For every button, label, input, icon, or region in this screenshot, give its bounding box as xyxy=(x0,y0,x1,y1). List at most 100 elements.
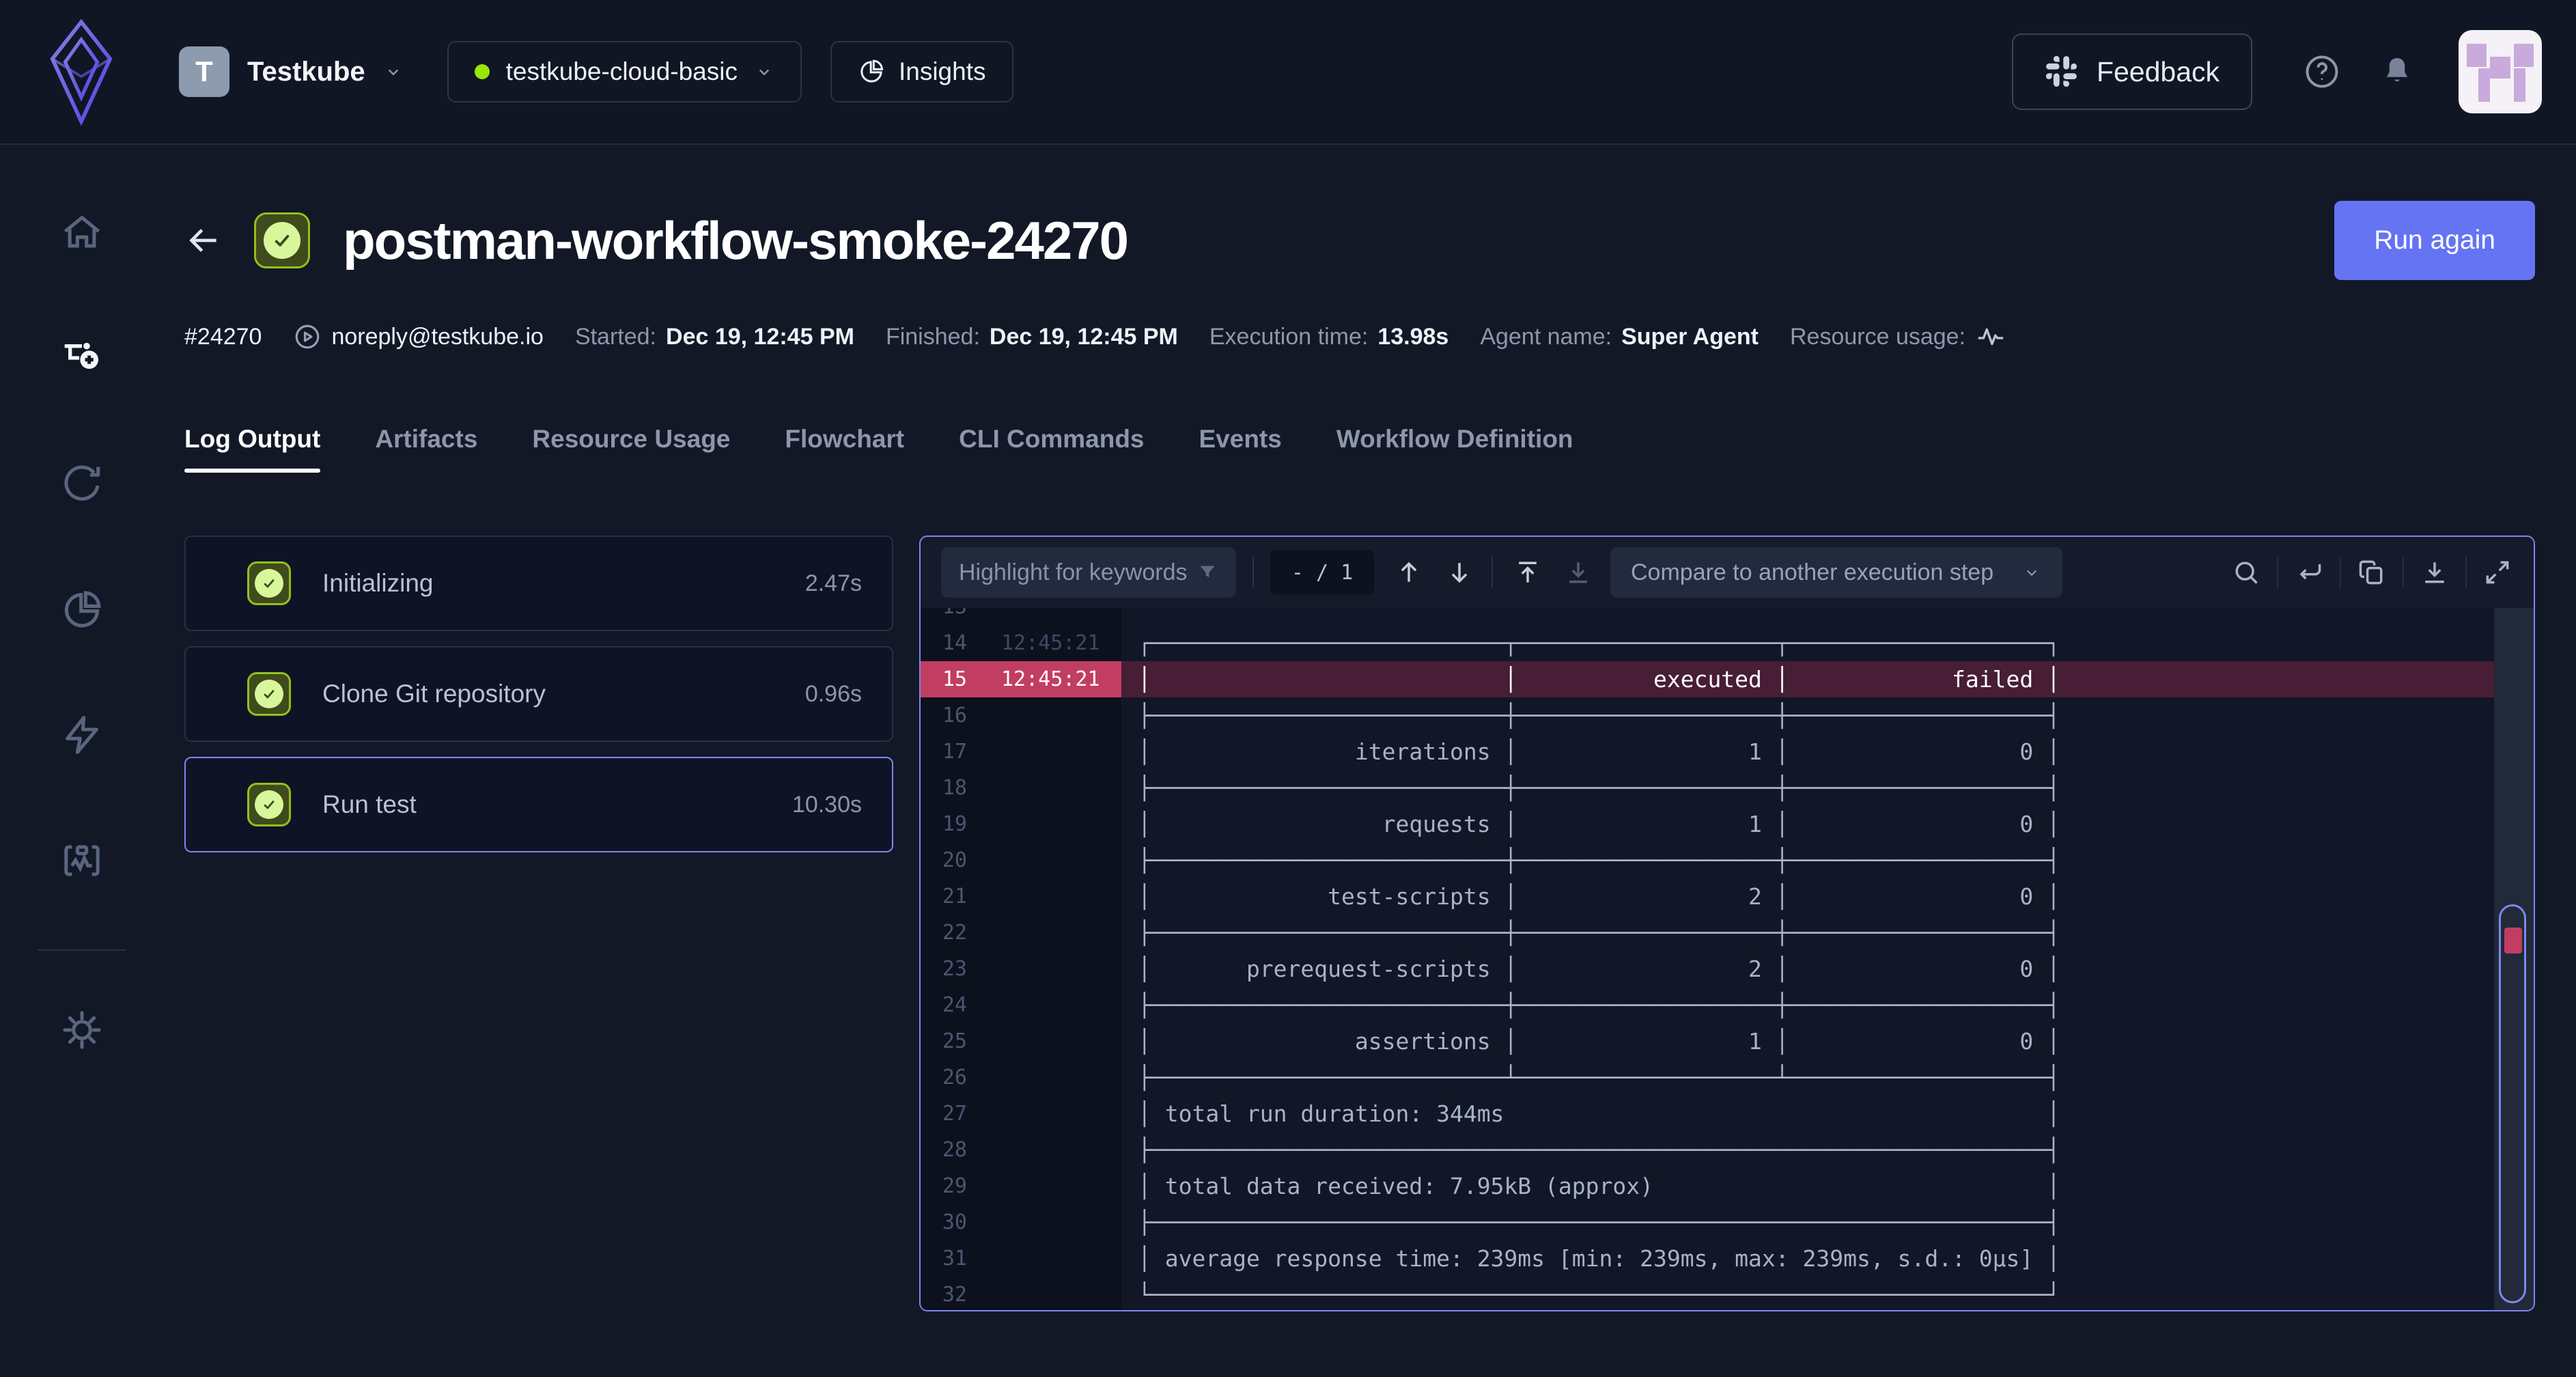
log-line-number: 20 xyxy=(921,842,981,878)
log-toolbar: - / 1 xyxy=(921,537,2534,608)
main-content: postman-workflow-smoke-24270 Run again #… xyxy=(164,145,2576,1377)
log-line-timestamp xyxy=(981,734,1121,770)
log-line-number: 14 xyxy=(921,625,981,661)
log-line: 26 ├──────────────────────────┴─────────… xyxy=(921,1059,2494,1096)
step-card-run-test[interactable]: Run test 10.30s xyxy=(184,757,893,852)
filter-icon xyxy=(1196,561,1218,583)
sidebar-item-test-workflows[interactable] xyxy=(52,328,112,388)
previous-match-button[interactable] xyxy=(1393,557,1425,588)
help-icon[interactable] xyxy=(2303,53,2341,91)
fullscreen-button[interactable] xyxy=(2482,557,2513,588)
log-line-timestamp xyxy=(981,1023,1121,1059)
tab-artifacts[interactable]: Artifacts xyxy=(375,425,477,473)
log-scrollbar-track[interactable] xyxy=(2494,608,2534,1310)
sidebar-item-triggers[interactable] xyxy=(52,705,112,765)
gear-icon xyxy=(60,1008,104,1052)
match-counter: - / 1 xyxy=(1270,550,1374,595)
tab-flowchart[interactable]: Flowchart xyxy=(785,425,904,473)
log-line: 17 │ iterations │ 1 │ 0 │ xyxy=(921,734,2494,770)
feedback-button[interactable]: Feedback xyxy=(2012,33,2252,110)
log-line-timestamp xyxy=(981,1059,1121,1096)
log-line: 31 │ average response time: 239ms [min: … xyxy=(921,1240,2494,1277)
copy-button[interactable] xyxy=(2356,557,2388,588)
step-label: Run test xyxy=(322,790,417,819)
log-line: 27 │ total run duration: 344ms │ xyxy=(921,1096,2494,1132)
scroll-to-bottom-button[interactable] xyxy=(1563,557,1594,588)
step-label: Clone Git repository xyxy=(322,680,546,708)
log-line-number: 21 xyxy=(921,878,981,915)
run-again-button[interactable]: Run again xyxy=(2334,201,2535,280)
copy-icon xyxy=(2357,557,2387,587)
log-line-number: 24 xyxy=(921,987,981,1023)
log-actions xyxy=(2230,557,2513,588)
sidebar-item-insights[interactable] xyxy=(52,579,112,639)
log-line: 18 ├──────────────────────────┼─────────… xyxy=(921,770,2494,806)
log-line-timestamp xyxy=(981,951,1121,987)
chevron-down-icon xyxy=(2021,562,2042,583)
tab-workflow-definition[interactable]: Workflow Definition xyxy=(1336,425,1573,473)
insights-button[interactable]: Insights xyxy=(830,41,1013,102)
word-wrap-button[interactable] xyxy=(2293,557,2325,588)
compare-step-select[interactable]: Compare to another execution step xyxy=(1610,547,2062,598)
steps-list: Initializing 2.47s Clone Git repository … xyxy=(184,536,893,867)
log-line: 28 ├────────────────────────────────────… xyxy=(921,1132,2494,1168)
next-match-button[interactable] xyxy=(1444,557,1475,588)
log-line: 24 ├──────────────────────────┼─────────… xyxy=(921,987,2494,1023)
top-bar: T Testkube testkube-cloud-basic Insights xyxy=(0,0,2576,145)
search-button[interactable] xyxy=(2230,557,2262,588)
environment-select[interactable]: testkube-cloud-basic xyxy=(447,41,802,102)
check-icon xyxy=(260,574,278,592)
user-avatar[interactable] xyxy=(2459,30,2542,113)
execution-time: Execution time: 13.98s xyxy=(1209,324,1448,350)
log-line-content xyxy=(1121,608,2494,625)
highlight-keywords-field[interactable] xyxy=(941,547,1236,598)
expand-icon xyxy=(2482,557,2512,587)
log-line-number: 18 xyxy=(921,770,981,806)
sidebar-item-runs[interactable] xyxy=(52,454,112,514)
log-line-timestamp: 12:45:21 xyxy=(981,661,1121,697)
arrow-down-icon xyxy=(1444,557,1474,587)
tab-cli-commands[interactable]: CLI Commands xyxy=(959,425,1144,473)
sidebar-item-home[interactable] xyxy=(52,202,112,262)
log-line-number: 26 xyxy=(921,1059,981,1096)
activity-pulse-icon[interactable] xyxy=(1975,321,2006,352)
log-line-content: │ prerequest-scripts │ 2 │ 0 │ xyxy=(1121,951,2494,987)
log-line-number: 28 xyxy=(921,1132,981,1168)
log-line-content: │ iterations │ 1 │ 0 │ xyxy=(1121,734,2494,770)
testkube-logo-icon[interactable] xyxy=(49,17,113,126)
log-scrollbar-thumb[interactable] xyxy=(2499,904,2526,1303)
run-meta-row: #24270 noreply@testkube.io Started: Dec … xyxy=(184,321,2535,352)
tab-events[interactable]: Events xyxy=(1199,425,1282,473)
tab-resource-usage[interactable]: Resource Usage xyxy=(532,425,730,473)
log-line-number: 17 xyxy=(921,734,981,770)
feedback-label: Feedback xyxy=(2097,56,2220,88)
tab-log-output[interactable]: Log Output xyxy=(184,425,320,473)
log-line-number: 19 xyxy=(921,806,981,842)
log-line-timestamp xyxy=(981,806,1121,842)
download-button[interactable] xyxy=(2419,557,2450,588)
insights-label: Insights xyxy=(899,57,986,86)
log-line-number: 27 xyxy=(921,1096,981,1132)
log-line-number: 16 xyxy=(921,697,981,734)
back-arrow-icon[interactable] xyxy=(184,221,223,260)
step-status-badge xyxy=(247,561,291,605)
sidebar-item-status-pages[interactable] xyxy=(52,831,112,891)
title-row: postman-workflow-smoke-24270 Run again xyxy=(184,199,2535,281)
log-line: 30 ├────────────────────────────────────… xyxy=(921,1204,2494,1240)
scroll-to-top-button[interactable] xyxy=(1512,557,1543,588)
step-card-initializing[interactable]: Initializing 2.47s xyxy=(184,536,893,631)
notifications-bell-icon[interactable] xyxy=(2379,54,2415,89)
search-icon xyxy=(2231,557,2261,587)
step-label: Initializing xyxy=(322,569,433,598)
highlight-keywords-input[interactable] xyxy=(959,559,1196,586)
environment-name: testkube-cloud-basic xyxy=(506,57,738,86)
step-card-clone-git-repository[interactable]: Clone Git repository 0.96s xyxy=(184,646,893,742)
sidebar-item-settings[interactable] xyxy=(52,1000,112,1060)
log-line-content: ├──────────────────────────┼────────────… xyxy=(1121,915,2494,951)
log-line-timestamp xyxy=(981,770,1121,806)
slack-icon xyxy=(2045,55,2079,89)
jump-to-top-icon xyxy=(1513,557,1543,587)
org-switcher[interactable]: T Testkube xyxy=(179,46,404,97)
log-line-number: 31 xyxy=(921,1240,981,1277)
org-name: Testkube xyxy=(247,57,365,87)
